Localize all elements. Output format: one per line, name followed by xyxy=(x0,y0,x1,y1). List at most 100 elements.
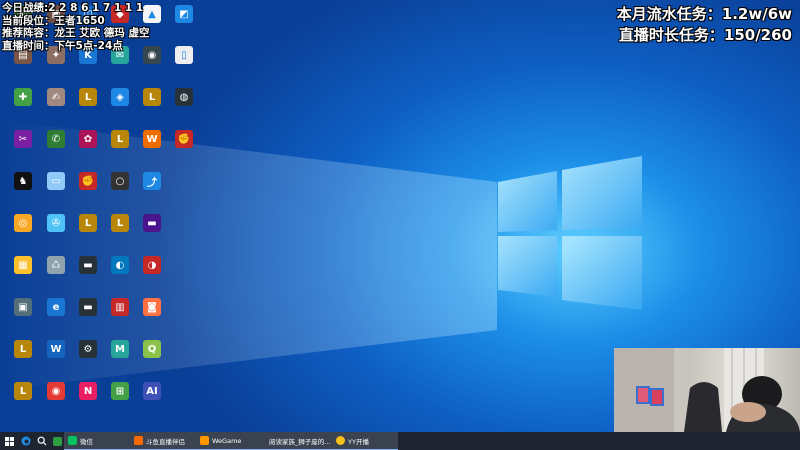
taskbar-app-label: WeGame xyxy=(212,436,242,445)
taskbar-pinned-app[interactable] xyxy=(50,432,64,450)
app-icon xyxy=(52,436,62,446)
app-icon: L xyxy=(14,382,32,400)
desktop-icon[interactable]: ▯ xyxy=(168,46,200,84)
desktop-icon[interactable]: ✊ xyxy=(72,172,104,210)
desktop-icon[interactable]: ◩ xyxy=(168,5,200,43)
desktop-icon[interactable]: N xyxy=(72,382,104,420)
app-icon: ▯ xyxy=(175,46,193,64)
desktop-icon[interactable]: M xyxy=(104,340,136,378)
taskbar-app-label: 阅读家族_狮子座的... xyxy=(269,437,331,446)
desktop-icon[interactable]: ◑ xyxy=(136,256,168,294)
app-icon: ♺ xyxy=(47,256,65,274)
edge-icon xyxy=(21,436,31,446)
app-icon: ✆ xyxy=(47,130,65,148)
search-icon xyxy=(37,436,47,446)
app-icon: ⊞ xyxy=(111,382,129,400)
desktop-icon[interactable]: W xyxy=(40,340,72,378)
desktop-icon[interactable]: ◙ xyxy=(136,298,168,336)
windows-logo-icon xyxy=(4,436,14,446)
desktop-icon[interactable]: ✍ xyxy=(40,88,72,126)
desktop-icon[interactable]: ✿ xyxy=(72,130,104,168)
today-record-text: 今日战绩:2 2 8 6 1 7 1 1 1 xyxy=(2,2,144,14)
desktop-icon[interactable]: ▭ xyxy=(40,172,72,210)
wegame-icon xyxy=(200,436,209,445)
douyu-icon xyxy=(134,436,143,445)
app-icon: ◐ xyxy=(111,256,129,274)
app-icon: ◙ xyxy=(143,298,161,316)
desktop-icon[interactable]: ▬ xyxy=(136,214,168,252)
desktop-icon[interactable]: L xyxy=(72,214,104,252)
desktop-icon[interactable]: ▥ xyxy=(104,298,136,336)
stream-stats-overlay: 今日战绩:2 2 8 6 1 7 1 1 1 当前段位：王者1650 推荐阵容：… xyxy=(2,2,149,52)
app-icon: W xyxy=(143,130,161,148)
app-icon: L xyxy=(79,214,97,232)
app-icon: W xyxy=(47,340,65,358)
app-icon: L xyxy=(111,130,129,148)
stream-task-overlay: 本月流水任务：1.2w/6w 直播时长任务：150/260 xyxy=(617,4,792,46)
taskbar-app-douyu[interactable]: 斗鱼直播伴侣 xyxy=(130,432,196,450)
app-icon: ○ xyxy=(111,172,129,190)
desktop-icon[interactable]: ♺ xyxy=(40,256,72,294)
yy-icon xyxy=(336,436,345,445)
desktop-icon[interactable]: ⤴ xyxy=(136,172,168,210)
start-button[interactable] xyxy=(0,432,18,450)
desktop-icon[interactable]: L xyxy=(104,130,136,168)
app-icon: ✍ xyxy=(47,88,65,106)
desktop-icon[interactable]: ▣ xyxy=(7,298,39,336)
taskbar-app-wechat[interactable]: 微信 xyxy=(64,432,130,450)
webcam-feed xyxy=(614,348,800,432)
desktop-icon[interactable]: ✂ xyxy=(7,130,39,168)
desktop-icon[interactable]: ⊞ xyxy=(104,382,136,420)
webcam-scene xyxy=(614,348,800,432)
app-icon: L xyxy=(14,340,32,358)
desktop-icon[interactable]: L xyxy=(104,214,136,252)
taskbar-app-browser[interactable]: 阅读家族_狮子座的... xyxy=(262,432,332,450)
app-icon: ◩ xyxy=(175,5,193,23)
desktop-icon[interactable]: ◎ xyxy=(7,214,39,252)
desktop-icon[interactable]: e xyxy=(40,298,72,336)
taskbar-search-button[interactable] xyxy=(34,432,50,450)
desktop-icon[interactable]: ♞ xyxy=(7,172,39,210)
desktop-icon[interactable]: ✚ xyxy=(7,88,39,126)
app-icon: L xyxy=(111,214,129,232)
desktop-icon[interactable]: W xyxy=(136,130,168,168)
desktop-icon[interactable]: ▬ xyxy=(72,298,104,336)
desktop-icon[interactable]: ▬ xyxy=(72,256,104,294)
desktop-icon[interactable]: L xyxy=(136,88,168,126)
desktop-icon[interactable]: ◈ xyxy=(104,88,136,126)
taskbar: 微信 斗鱼直播伴侣 WeGame 阅读家族_狮子座的... YY开播 xyxy=(0,432,800,450)
app-icon: ✂ xyxy=(14,130,32,148)
desktop-icon[interactable]: AI xyxy=(136,382,168,420)
app-icon: ◎ xyxy=(14,214,32,232)
desktop-icon[interactable]: ⚙ xyxy=(72,340,104,378)
taskbar-app-yy[interactable]: YY开播 xyxy=(332,432,398,450)
app-icon: ✊ xyxy=(175,130,193,148)
taskbar-edge-button[interactable] xyxy=(18,432,34,450)
app-icon: ▭ xyxy=(47,172,65,190)
app-icon: ◍ xyxy=(175,88,193,106)
desktop-icon[interactable]: L xyxy=(72,88,104,126)
desktop-icon[interactable]: ○ xyxy=(104,172,136,210)
desktop-icon[interactable]: ▦ xyxy=(7,256,39,294)
desktop-icon[interactable]: ✆ xyxy=(40,130,72,168)
desktop-icon[interactable]: Q xyxy=(136,340,168,378)
desktop-icon[interactable]: ✇ xyxy=(40,214,72,252)
app-icon: N xyxy=(79,382,97,400)
desktop-icon[interactable]: ◍ xyxy=(168,88,200,126)
desktop-icon[interactable]: ✊ xyxy=(168,130,200,168)
desktop-icon[interactable]: ◐ xyxy=(104,256,136,294)
taskbar-app-label: YY开播 xyxy=(348,437,369,446)
desktop-icon[interactable]: L xyxy=(7,382,39,420)
current-rank-text: 当前段位：王者1650 xyxy=(2,14,105,27)
stream-duration-task: 直播时长任务：150/260 xyxy=(618,26,792,44)
app-icon: ◑ xyxy=(143,256,161,274)
app-icon: L xyxy=(143,88,161,106)
app-icon: ◉ xyxy=(47,382,65,400)
taskbar-app-label: 微信 xyxy=(80,437,93,446)
app-icon: AI xyxy=(143,382,161,400)
taskbar-app-wegame[interactable]: WeGame xyxy=(196,432,262,450)
desktop-icon[interactable]: ◉ xyxy=(40,382,72,420)
desktop: ◧ ▣ ◫ ◆ ▲ ◩ ▤ ✦ K ✉ ◉ ▯ ✚ ✍ L ◈ L ◍ ✂ ✆ ✿ L W ✊ ♞ ▭ ✊ ○ ⤴ ◎ ✇ L L ▬ ▦ ♺ ▬ ◐ ◑ ▣… xyxy=(0,0,800,432)
recommended-lineup-text: 推荐阵容：龙王 艾欧 德玛 虚空 xyxy=(2,27,150,39)
desktop-icon[interactable]: L xyxy=(7,340,39,378)
